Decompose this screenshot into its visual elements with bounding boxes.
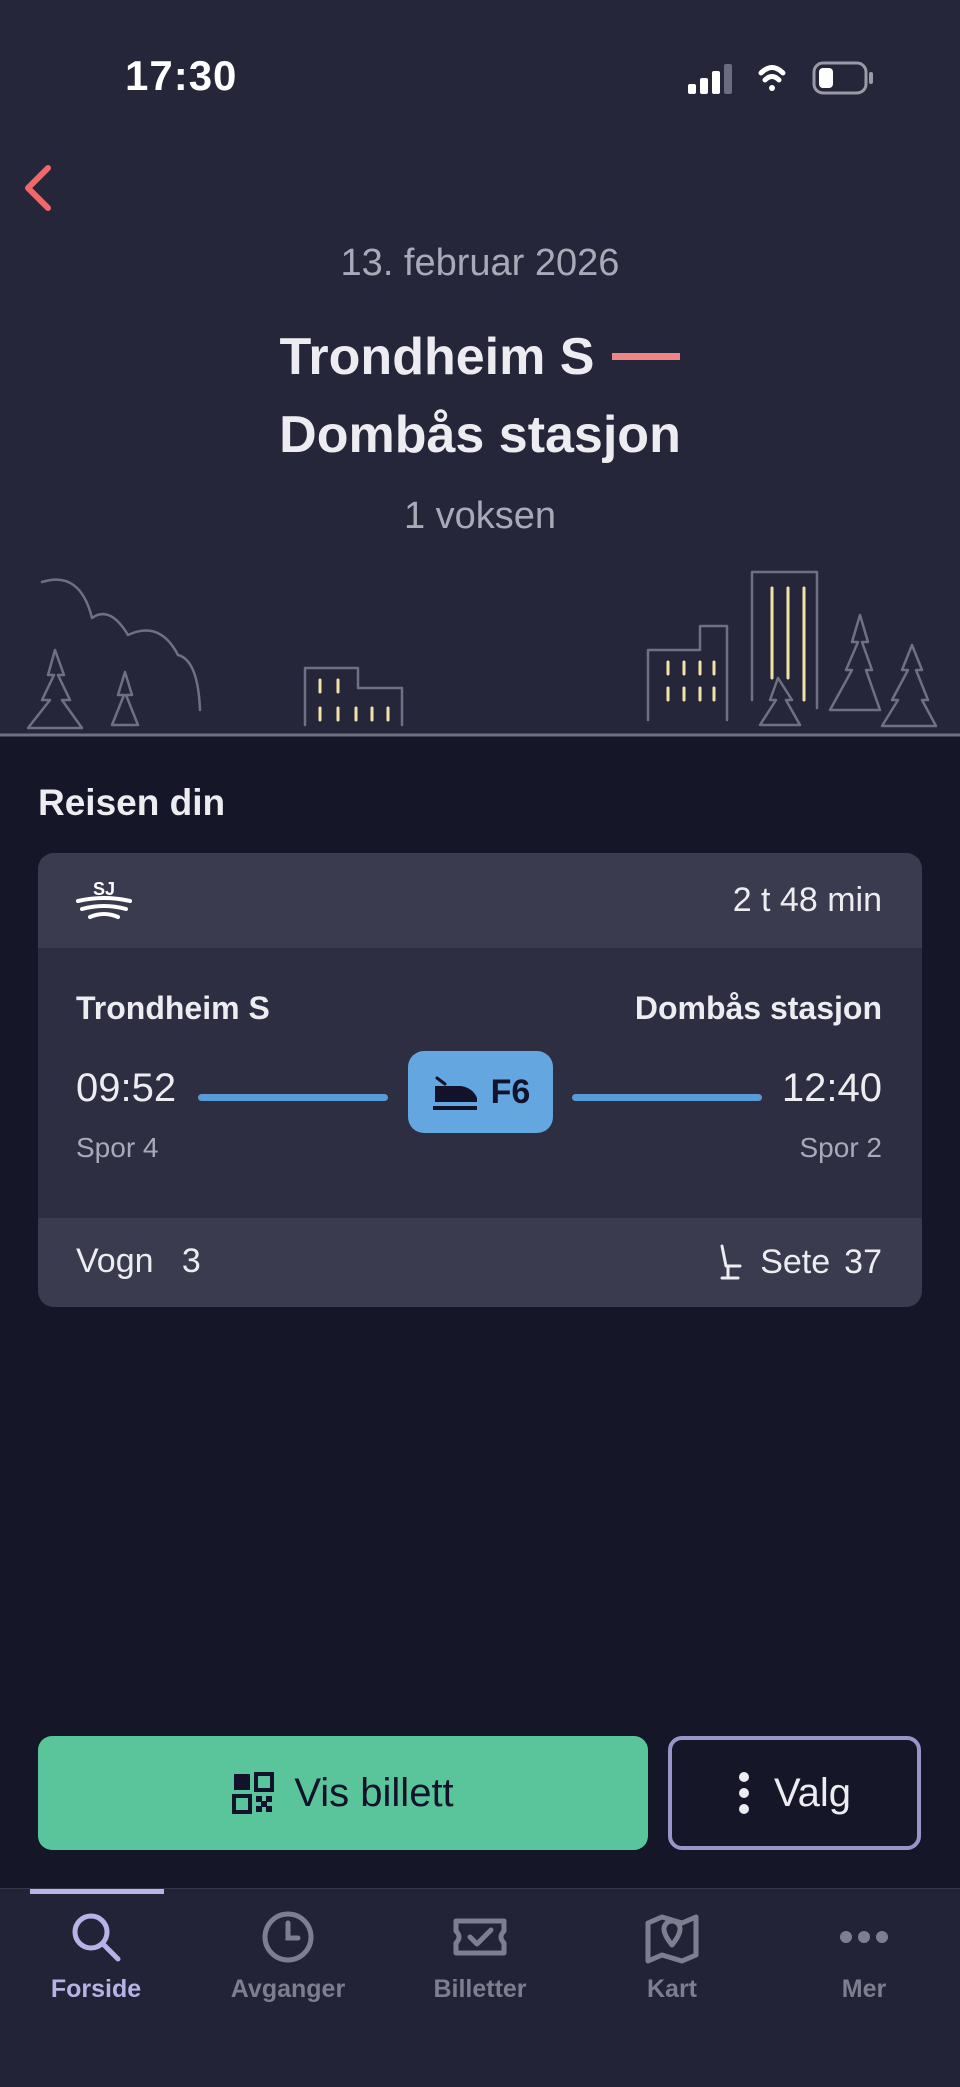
battery-icon [812,61,873,95]
options-label: Valg [773,1770,852,1815]
skyline-illustration [0,570,960,737]
journey-card[interactable]: SJ 2 t 48 min Trondheim S Dombås stasjon… [38,853,922,1307]
departure-time: 09:52 [76,1066,177,1110]
train-icon [432,1076,477,1110]
status-icons [688,61,873,95]
show-ticket-label: Vis billett [294,1770,454,1815]
more-vertical-icon [738,1772,749,1814]
seat-label: Sete [760,1242,831,1281]
tab-label: Kart [646,1975,697,2003]
train-line-label: F6 [490,1072,531,1111]
departure-track: Spor 4 [76,1132,159,1163]
qr-code-icon [232,1772,275,1814]
wagon-number: 3 [181,1242,201,1280]
tab-billetter[interactable]: Billetter [384,1907,576,2017]
journey-card-footer: Vogn 3 Sete 37 [38,1218,922,1307]
route-line-left [198,1094,388,1101]
seat-icon [720,1244,742,1280]
seat-number: 37 [844,1242,882,1281]
tab-mer[interactable]: Mer [768,1907,960,2017]
journey-card-body: Trondheim S Dombås stasjon 09:52 F6 12:4… [38,948,922,1218]
tab-forside[interactable]: Forside [0,1907,192,2017]
ticket-icon [453,1918,507,1956]
options-button[interactable]: Valg [668,1736,921,1850]
section-title: Reisen din [38,782,226,823]
clock-icon [262,1911,314,1963]
route-dash [612,352,681,360]
tab-label: Avganger [230,1975,346,2003]
arrival-station: Dombås stasjon [634,990,882,1026]
tab-label: Billetter [433,1975,527,2003]
train-line-badge[interactable]: F6 [408,1051,553,1133]
arrival-time: 12:40 [781,1066,882,1110]
seat-info: Sete 37 [716,1242,882,1282]
journey-header: 17:30 13. februar 2026 Trondheim S Dombå… [0,0,960,737]
route-line-right [572,1094,762,1101]
search-icon [72,1913,121,1962]
wagon-info: Vogn 3 [76,1242,201,1281]
tab-label: Mer [841,1975,887,2003]
active-tab-indicator [30,1889,164,1894]
status-time: 17:30 [125,52,238,99]
sj-logo: SJ [76,879,132,919]
trip-duration: 2 t 48 min [732,881,882,919]
show-ticket-button[interactable]: Vis billett [38,1736,648,1850]
wagon-label: Vogn [76,1242,154,1280]
route-to: Dombås stasjon [279,406,681,464]
journey-card-header: SJ 2 t 48 min [38,853,922,948]
route-from: Trondheim S [279,328,595,386]
route-title: Trondheim S Dombås stasjon [0,318,960,474]
chevron-left-icon [25,165,51,211]
tab-label: Forside [50,1975,142,2003]
back-button[interactable] [14,158,74,218]
tab-avganger[interactable]: Avganger [192,1907,384,2017]
departure-station: Trondheim S [76,990,270,1026]
travel-date: 13. februar 2026 [340,242,620,284]
passenger-count: 1 voksen [403,495,557,537]
wifi-icon [758,65,786,91]
signal-icon [688,64,732,94]
more-horizontal-icon [840,1931,888,1943]
map-icon [645,1914,699,1964]
tab-kart[interactable]: Kart [576,1907,768,2017]
tab-bar: Forside Avganger Billetter Kart Mer [0,1888,960,2087]
arrival-track: Spor 2 [799,1132,883,1163]
